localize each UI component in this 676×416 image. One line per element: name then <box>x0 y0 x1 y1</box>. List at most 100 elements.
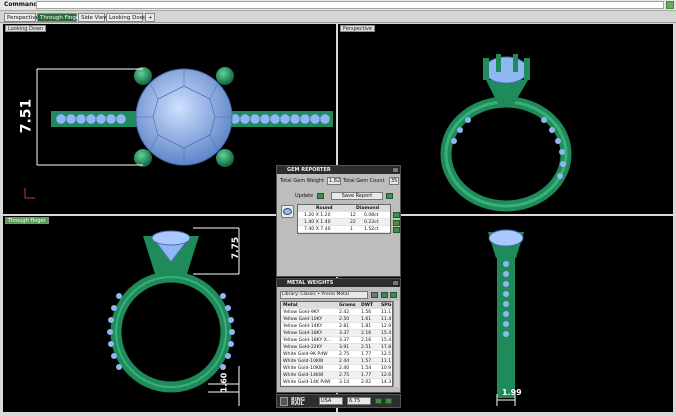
table-row[interactable]: Yellow Gold-9KY 2.42 1.56 11.1 <box>281 309 392 316</box>
total-gem-weight-label: Total Gem Weight <box>280 178 325 184</box>
add-tab-button[interactable]: + <box>145 13 155 22</box>
command-bar: Command: <box>0 0 676 11</box>
grams: 3.14 <box>339 380 350 385</box>
grams: 2.75 <box>339 373 350 378</box>
tab-looking-down[interactable]: Looking Down <box>106 13 148 22</box>
spg: 12.5 <box>381 352 392 357</box>
spg: 11.1 <box>381 359 392 364</box>
metal-weights-title: METAL WEIGHTS <box>287 280 334 286</box>
table-row[interactable]: 1.40 X 1.40 22 0.23ct <box>298 219 390 226</box>
dwt: 1.54 <box>361 366 372 371</box>
save-report-select[interactable]: Save Report <box>331 192 383 200</box>
ring-size-next-button[interactable] <box>385 398 392 404</box>
ring-icon <box>280 397 288 406</box>
gem-size: 7.40 X 7.40 <box>304 227 331 232</box>
spg: 17.8 <box>381 345 392 350</box>
tab-side-view[interactable]: Side View <box>78 13 108 22</box>
table-row[interactable]: Yellow Gold-22KY 3.91 2.51 17.8 <box>281 344 392 351</box>
metal-name: Yellow Gold-9KY <box>283 310 320 315</box>
spg: 11.4 <box>381 317 392 322</box>
dimension-label: 7.51 <box>18 98 35 134</box>
gem-reporter-title: GEM REPORTER <box>287 167 331 173</box>
spg: 11.1 <box>381 310 392 315</box>
update-label: Update <box>295 193 314 199</box>
ring-rail-title: RING RAIL <box>291 397 305 407</box>
ring-standard-select[interactable]: USA <box>319 397 343 405</box>
ring-size-select[interactable]: 6.75 <box>347 397 371 405</box>
tab-through-finger[interactable]: Through Finger <box>37 13 81 22</box>
dwt: 1.57 <box>361 359 372 364</box>
dwt: 1.77 <box>361 352 372 357</box>
table-row[interactable]: Yellow Gold-18KY 3.37 2.16 15.4 <box>281 330 392 337</box>
metal-weights-header: METAL WEIGHTS <box>277 279 400 287</box>
grams: 2.81 <box>339 324 350 329</box>
gem-size: 1.20 X 1.20 <box>304 213 331 218</box>
grams: 3.37 <box>339 331 350 336</box>
column-header: Round <box>316 206 333 211</box>
dwt: 1.56 <box>361 310 372 315</box>
gem-reporter-panel: GEM REPORTER Total Gem Weight 1.82 Total… <box>276 165 401 277</box>
table-row[interactable]: 7.40 X 7.40 1 1.52ct <box>298 226 390 233</box>
command-scroll-button[interactable] <box>666 1 674 9</box>
spg: 12.9 <box>381 324 392 329</box>
select-row-button[interactable] <box>393 212 400 218</box>
refresh-button[interactable] <box>381 292 388 298</box>
gem-weight: 0.23ct <box>364 220 379 225</box>
table-row[interactable]: Yellow Gold-10KY 2.50 1.61 11.4 <box>281 316 392 323</box>
metal-name: Yellow Gold-10KY <box>283 317 323 322</box>
spg: 12.6 <box>381 373 392 378</box>
grams: 3.37 <box>339 338 350 343</box>
column-header: Metal <box>283 303 298 308</box>
metal-table-scrollbar[interactable] <box>393 301 399 387</box>
column-header: Diamond <box>356 206 379 211</box>
table-row[interactable]: White Gold-9K PdW 2.75 1.77 12.5 <box>281 351 392 358</box>
grams: 2.40 <box>339 366 350 371</box>
select-row-button[interactable] <box>393 220 400 226</box>
metal-name: White Gold-14KW <box>283 373 324 378</box>
dwt: 2.16 <box>361 331 372 336</box>
update-button[interactable] <box>317 193 324 199</box>
table-header: Round Diamond <box>298 205 390 212</box>
close-icon[interactable] <box>392 280 399 286</box>
tab-perspective[interactable]: Perspective <box>4 13 39 22</box>
dwt: 1.81 <box>361 324 372 329</box>
apply-button[interactable] <box>390 292 397 298</box>
total-gem-weight-value: 1.82 <box>327 177 341 185</box>
metal-name: White Gold-10KW <box>283 359 324 364</box>
command-input[interactable] <box>36 1 664 9</box>
column-header: Grams <box>339 303 356 308</box>
grams: 2.50 <box>339 317 350 322</box>
ring-size-apply-button[interactable] <box>375 398 382 404</box>
gem-count: 12 <box>350 213 356 218</box>
gem-weight: 0.08ct <box>364 213 379 218</box>
table-row[interactable]: 1.20 X 1.20 12 0.08ct <box>298 212 390 219</box>
gem-weight: 1.52ct <box>364 227 379 232</box>
close-icon[interactable] <box>392 167 399 173</box>
save-report-button[interactable] <box>386 193 393 199</box>
table-row[interactable]: White Gold-14KW 2.75 1.77 12.6 <box>281 372 392 379</box>
table-row[interactable]: Yellow Gold-18KY X... 3.37 2.16 15.4 <box>281 337 392 344</box>
dwt: 1.77 <box>361 373 372 378</box>
gem-count: 1 <box>350 227 353 232</box>
gem-table: Round Diamond 1.20 X 1.20 12 0.08ct 1.40… <box>297 204 391 234</box>
metal-name: White Gold-10KW <box>283 366 324 371</box>
total-gem-count-label: Total Gem Count <box>343 178 385 184</box>
library-select[interactable]: Library: Classic • Precio Metal <box>280 291 368 299</box>
metal-name: Yellow Gold-18KY X... <box>283 338 332 343</box>
dimension-label: 1.99 <box>502 388 522 397</box>
grams: 2.75 <box>339 352 350 357</box>
table-row[interactable]: White Gold-14K PdW 3.14 2.02 14.3 <box>281 379 392 386</box>
command-label: Command: <box>4 1 41 8</box>
select-row-button[interactable] <box>393 227 400 233</box>
gem-shape-icon[interactable] <box>281 205 294 218</box>
metal-name: White Gold-9K PdW <box>283 352 328 357</box>
spg: 15.4 <box>381 338 392 343</box>
dwt: 2.02 <box>361 380 372 385</box>
chevron-down-icon[interactable] <box>371 292 378 298</box>
spg: 15.4 <box>381 331 392 336</box>
table-row[interactable]: White Gold-10KW 2.44 1.57 11.1 <box>281 358 392 365</box>
column-header: SPG <box>381 303 392 308</box>
table-row[interactable]: White Gold-10KW 2.40 1.54 10.9 <box>281 365 392 372</box>
table-row[interactable]: Yellow Gold-14KY 2.81 1.81 12.9 <box>281 323 392 330</box>
total-gem-count-value: 35 <box>389 177 399 185</box>
